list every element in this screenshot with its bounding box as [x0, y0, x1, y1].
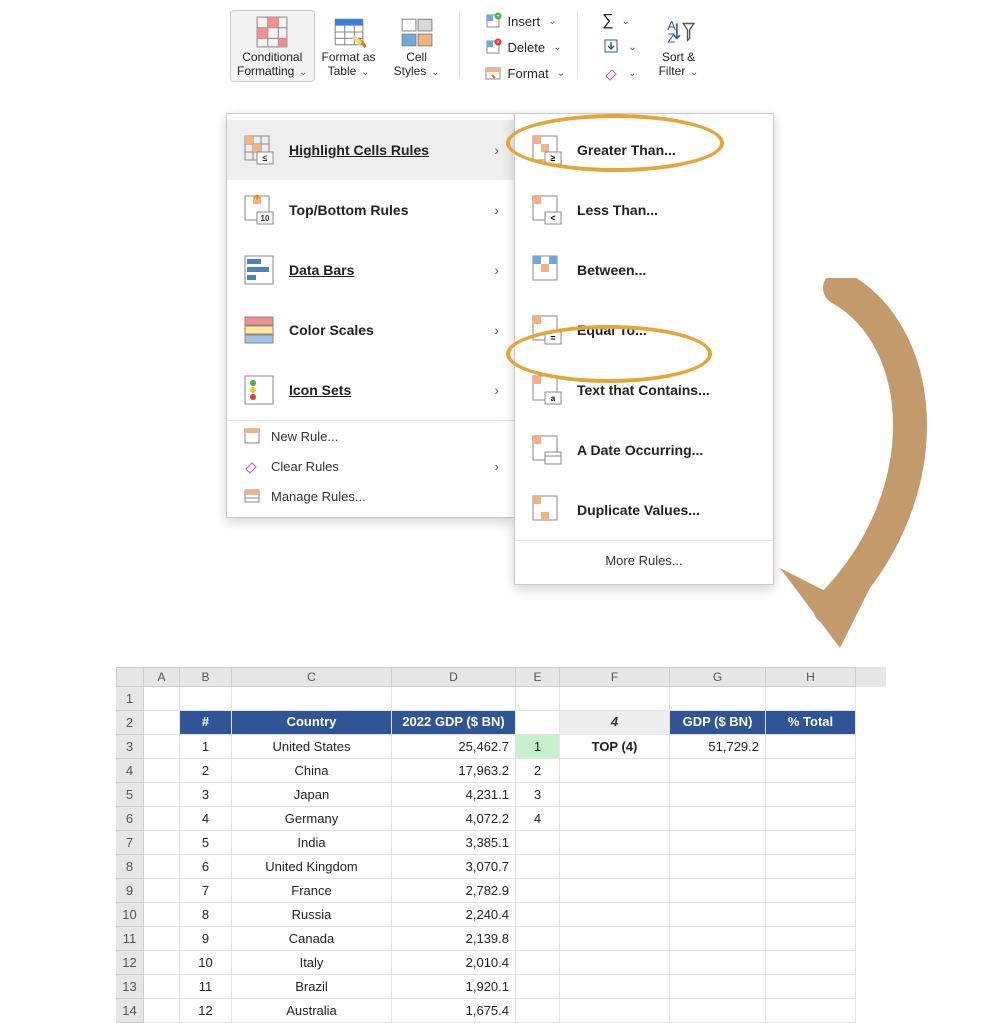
- menu-color-scales[interactable]: Color Scales›: [227, 300, 515, 360]
- grid[interactable]: 1 2 # Country 2022 GDP ($ BN) 4 GDP ($ B…: [116, 687, 886, 1023]
- menu-icon-sets[interactable]: Icon Sets›: [227, 360, 515, 420]
- label: Conditional: [242, 51, 302, 65]
- format-as-table-button[interactable]: Format as Table ⌄: [315, 10, 383, 82]
- autosum-button[interactable]: ∑⌄: [598, 10, 640, 32]
- less-than-icon: <: [531, 194, 563, 226]
- menu-highlight-cells-rules[interactable]: ≤ Highlight Cells Rules›: [227, 120, 515, 180]
- submenu-duplicate-values[interactable]: Duplicate Values...: [515, 480, 773, 540]
- icon-sets-icon: [243, 374, 275, 406]
- submenu-equal-to[interactable]: = Equal To...: [515, 300, 773, 360]
- greater-than-icon: ≥: [531, 134, 563, 166]
- spreadsheet: ABCDEFGH 1 2 # Country 2022 GDP ($ BN) 4…: [116, 667, 886, 1023]
- equal-to-icon: =: [531, 314, 563, 346]
- insert-icon: +: [484, 12, 502, 30]
- delete-icon: ×: [484, 38, 502, 56]
- submenu-less-than[interactable]: < Less Than...: [515, 180, 773, 240]
- th-gdp: 2022 GDP ($ BN): [392, 711, 516, 735]
- cell-styles-icon: [400, 15, 434, 49]
- th-gbn: GDP ($ BN): [670, 711, 766, 735]
- ribbon: Conditional Formatting ⌄ Format as Table…: [230, 10, 713, 84]
- th-pct: % Total: [766, 711, 856, 735]
- cell-styles-button[interactable]: Cell Styles ⌄: [383, 10, 451, 82]
- annotation-arrow: [770, 278, 940, 658]
- text-contains-icon: a: [531, 374, 563, 406]
- menu-manage-rules[interactable]: Manage Rules...: [227, 481, 515, 511]
- submenu-more-rules[interactable]: More Rules...: [515, 540, 773, 578]
- format-icon: [484, 64, 502, 82]
- conditional-formatting-menu: ≤ Highlight Cells Rules› 10 Top/Bottom R…: [226, 113, 516, 518]
- format-button[interactable]: Format⌄: [480, 62, 570, 84]
- date-occurring-icon: [531, 434, 563, 466]
- th-fval: 4: [560, 711, 670, 735]
- delete-button[interactable]: × Delete⌄: [480, 36, 570, 58]
- new-rule-icon: [243, 427, 261, 445]
- svg-text:=: =: [550, 333, 555, 343]
- svg-text:<: <: [550, 213, 555, 223]
- svg-text:a: a: [551, 394, 556, 403]
- svg-text:+: +: [496, 14, 500, 20]
- highlight-cells-icon: ≤: [243, 134, 275, 166]
- submenu-greater-than[interactable]: ≥ Greater Than...: [515, 120, 773, 180]
- label: Cell: [406, 51, 427, 65]
- submenu-date-occurring[interactable]: A Date Occurring...: [515, 420, 773, 480]
- svg-text:×: ×: [496, 40, 500, 46]
- fill-icon: [602, 38, 620, 56]
- format-table-icon: [332, 15, 366, 49]
- manage-rules-icon: [243, 487, 261, 505]
- label: Format as: [322, 51, 376, 65]
- highlight-cells-submenu: ≥ Greater Than... < Less Than... Between…: [514, 113, 774, 585]
- sort-filter-icon: AZ: [662, 15, 696, 49]
- svg-text:≥: ≥: [551, 153, 556, 163]
- sort-filter-button[interactable]: AZ Sort & Filter ⌄: [645, 10, 713, 82]
- submenu-text-contains[interactable]: a Text that Contains...: [515, 360, 773, 420]
- column-headers[interactable]: ABCDEFGH: [116, 667, 886, 687]
- submenu-between[interactable]: Between...: [515, 240, 773, 300]
- conditional-formatting-button[interactable]: Conditional Formatting ⌄: [230, 10, 315, 82]
- svg-text:≤: ≤: [263, 153, 268, 163]
- conditional-formatting-icon: [255, 15, 289, 49]
- th-country: Country: [232, 711, 392, 735]
- th-num: #: [180, 711, 232, 735]
- between-icon: [531, 254, 563, 286]
- menu-new-rule[interactable]: New Rule...: [227, 421, 515, 451]
- data-bars-icon: [243, 254, 275, 286]
- eraser-icon: [602, 64, 620, 82]
- fill-button[interactable]: ⌄: [598, 36, 640, 58]
- top-bottom-icon: 10: [243, 194, 275, 226]
- duplicate-values-icon: [531, 494, 563, 526]
- svg-text:Z: Z: [667, 31, 675, 46]
- editing-group-a: ∑⌄ ⌄ ⌄: [598, 10, 640, 84]
- cells-group: + Insert⌄ × Delete⌄ Format⌄: [480, 10, 570, 84]
- clear-button[interactable]: ⌄: [598, 62, 640, 84]
- menu-data-bars[interactable]: Data Bars›: [227, 240, 515, 300]
- menu-top-bottom-rules[interactable]: 10 Top/Bottom Rules›: [227, 180, 515, 240]
- insert-button[interactable]: + Insert⌄: [480, 10, 570, 32]
- svg-text:10: 10: [261, 214, 270, 223]
- clear-rules-icon: [243, 457, 261, 475]
- color-scales-icon: [243, 314, 275, 346]
- menu-clear-rules[interactable]: Clear Rules›: [227, 451, 515, 481]
